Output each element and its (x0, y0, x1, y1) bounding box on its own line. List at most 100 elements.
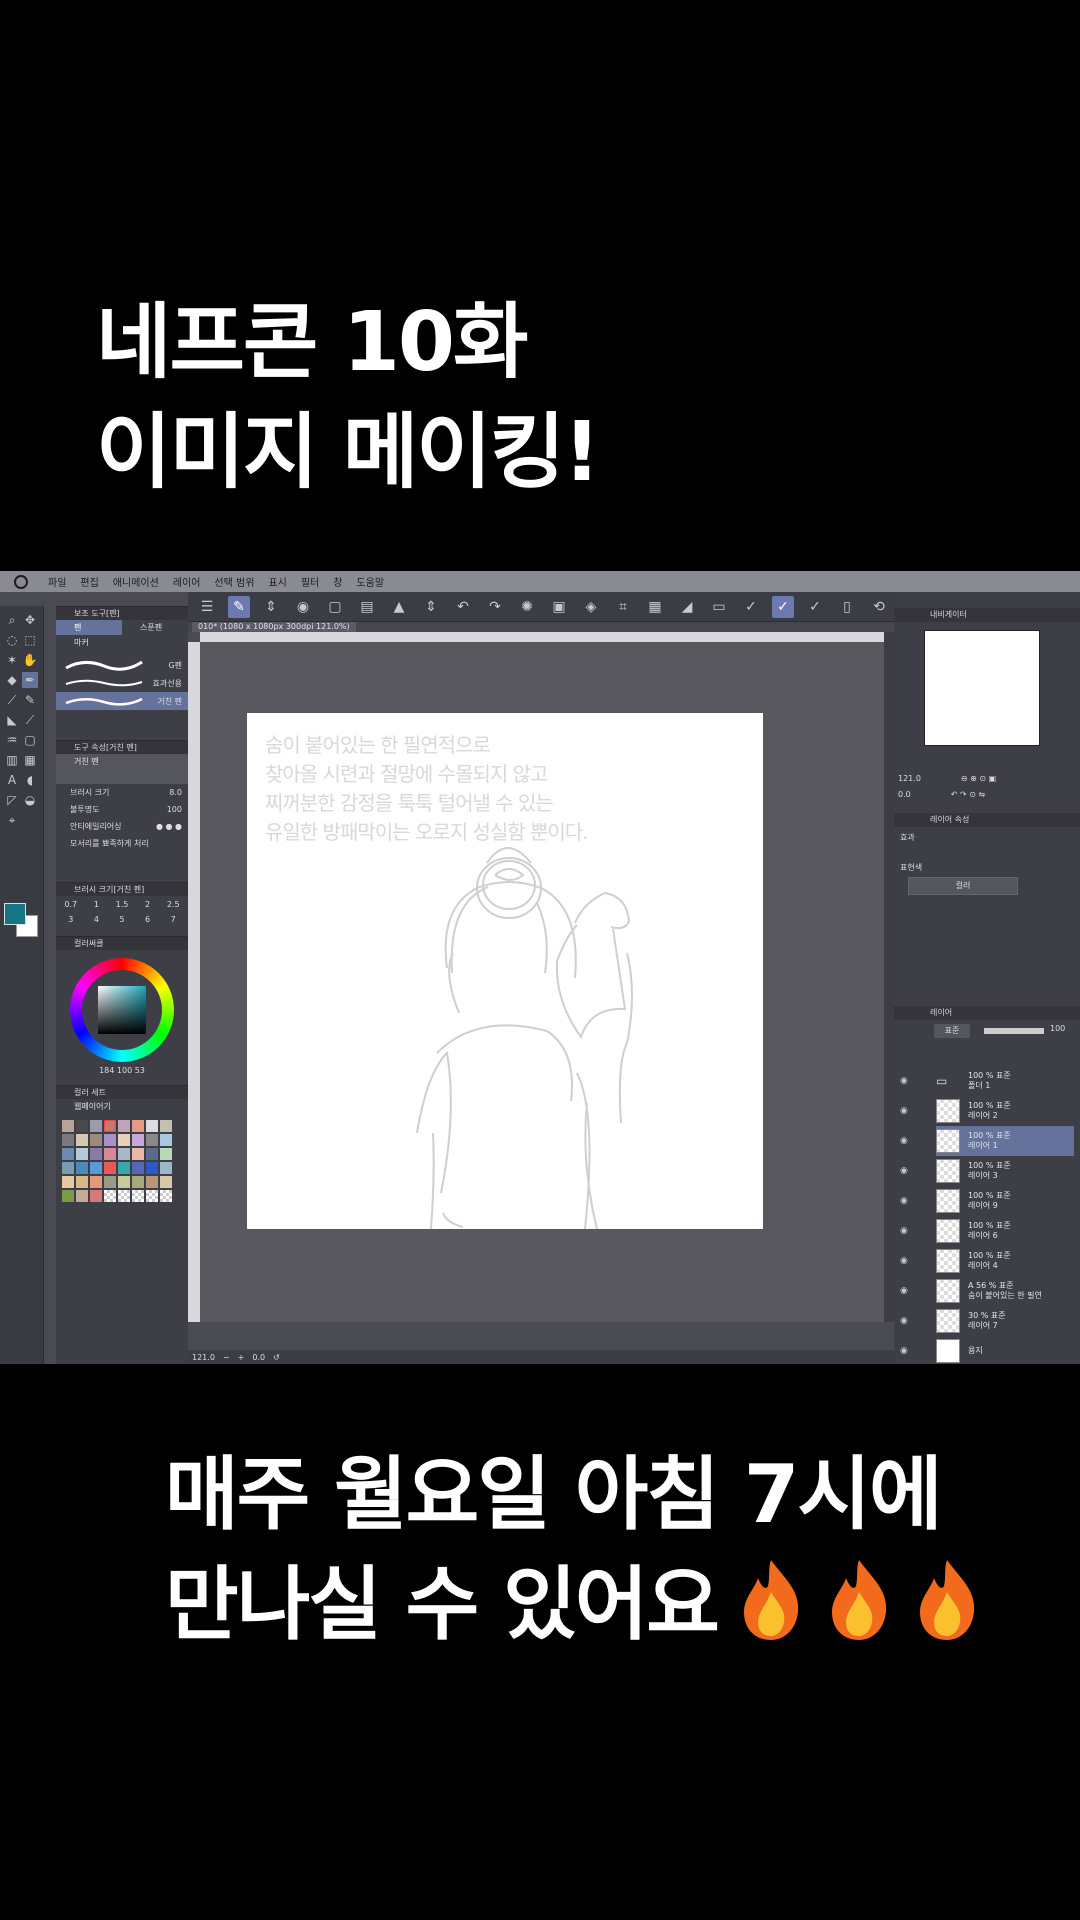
swatch[interactable] (160, 1148, 172, 1160)
eye-icon[interactable]: ◉ (900, 1346, 910, 1356)
layer-row[interactable]: ◉ 30 % 표준 레이어 7 (900, 1306, 1074, 1336)
eye-icon[interactable]: ◉ (900, 1256, 910, 1266)
menu-window[interactable]: 창 (333, 574, 342, 589)
size-preset[interactable]: 7 (160, 915, 186, 924)
brush-mode-icon[interactable]: ✓ (740, 596, 762, 618)
eye-icon[interactable]: ◉ (900, 1316, 910, 1326)
eraser-icon[interactable]: ◆ (4, 672, 20, 688)
menu-help[interactable]: 도움말 (356, 574, 384, 589)
layer-row-selected[interactable]: ◉ 100 % 표준 레이어 1 (900, 1126, 1074, 1156)
swatch[interactable] (118, 1190, 130, 1202)
layer-row[interactable]: ◉ ▭ 100 % 표준 폴더 1 (900, 1066, 1074, 1096)
redo-icon[interactable]: ↷ (484, 596, 506, 618)
eye-icon[interactable]: ◉ (900, 1136, 910, 1146)
navigator-zoom-icons[interactable]: ⊖ ⊕ ⊙ ▣ (961, 774, 996, 783)
layer-opacity-value[interactable]: 100 (1050, 1024, 1065, 1033)
color-set-select[interactable]: 웹페이어기 (56, 1099, 188, 1114)
figure-icon[interactable]: ▢ (22, 732, 38, 748)
swatch[interactable] (160, 1176, 172, 1188)
swatch[interactable] (62, 1162, 74, 1174)
menu-filter[interactable]: 필터 (301, 574, 319, 589)
brush-icon[interactable]: ⟋ (22, 712, 38, 728)
swatch[interactable] (62, 1176, 74, 1188)
angle-value[interactable]: 0.0 (252, 1353, 265, 1362)
layer-row[interactable]: ◉ 100 % 표준 레이어 2 (900, 1096, 1074, 1126)
swatch[interactable] (146, 1176, 158, 1188)
swatch[interactable] (118, 1148, 130, 1160)
swatch[interactable] (90, 1120, 102, 1132)
save-icon[interactable]: ▲ (388, 596, 410, 618)
blend-icon[interactable]: ♒ (4, 732, 20, 748)
swatch[interactable] (62, 1134, 74, 1146)
main-color-swatch[interactable] (4, 903, 26, 925)
swatch[interactable] (104, 1190, 116, 1202)
swatch[interactable] (90, 1162, 102, 1174)
menu-selection[interactable]: 선택 범위 (214, 574, 254, 589)
swatch[interactable] (132, 1134, 144, 1146)
antialias-options-icon[interactable]: ● ● ● (156, 822, 182, 831)
size-preset[interactable]: 1.5 (109, 900, 135, 909)
open-folder-icon[interactable]: ▤ (356, 596, 378, 618)
size-preset[interactable]: 4 (84, 915, 110, 924)
clear-icon[interactable]: ▣ (548, 596, 570, 618)
balloon-icon[interactable]: ◖ (22, 772, 38, 788)
operation-icon[interactable]: ⌖ (4, 812, 20, 828)
swatch[interactable] (146, 1162, 158, 1174)
ruler-icon[interactable]: ▥ (4, 752, 20, 768)
fill-bucket-icon[interactable]: ◣ (4, 712, 20, 728)
eye-icon[interactable]: ◉ (900, 1106, 910, 1116)
menu-icon[interactable]: ☰ (196, 596, 218, 618)
swatch[interactable] (118, 1120, 130, 1132)
navigator-rotate-icons[interactable]: ↶ ↷ ⊙ ⇋ (951, 790, 985, 799)
menu-view[interactable]: 표시 (268, 574, 286, 589)
swatch[interactable] (160, 1162, 172, 1174)
color-wheel[interactable] (70, 958, 174, 1062)
swatch[interactable] (76, 1162, 88, 1174)
pen-mode-icon[interactable]: ✓ (772, 595, 794, 618)
fill-icon[interactable]: ◈ (580, 596, 602, 618)
swatch[interactable] (104, 1134, 116, 1146)
navigator-zoom[interactable]: 121.0 (898, 774, 921, 783)
transform-icon[interactable]: ⌗ (612, 596, 634, 618)
swatch[interactable] (104, 1176, 116, 1188)
brush-size-row[interactable]: 브러시 크기 8.0 (56, 784, 188, 801)
brush-rough-pen[interactable]: 거친 펜 (56, 692, 188, 710)
swatch[interactable] (76, 1148, 88, 1160)
device-icon[interactable]: ▯ (836, 596, 858, 618)
zoom-value[interactable]: 121.0 (192, 1353, 215, 1362)
layer-row[interactable]: ◉ 100 % 표준 레이어 3 (900, 1156, 1074, 1186)
swatch[interactable] (132, 1120, 144, 1132)
eye-icon[interactable]: ◉ (900, 1286, 910, 1296)
eye-icon[interactable]: ◉ (900, 1226, 910, 1236)
undo-icon[interactable]: ↶ (452, 596, 474, 618)
swatch[interactable] (90, 1190, 102, 1202)
swatch[interactable] (104, 1148, 116, 1160)
size-preset[interactable]: 5 (109, 915, 135, 924)
swatch[interactable] (132, 1148, 144, 1160)
zoom-icon[interactable]: ⌕ (4, 612, 20, 628)
gradient-tool-icon[interactable]: ◒ (22, 792, 38, 808)
canvas-area[interactable]: 숨이 붙어있는 한 필연적으로 찾아올 시련과 절망에 수몰되지 않고 찌꺼분한… (200, 642, 884, 1322)
navigator-preview[interactable] (924, 630, 1040, 746)
layer-row[interactable]: ◉ 100 % 표준 레이어 6 (900, 1216, 1074, 1246)
swatch[interactable] (90, 1176, 102, 1188)
size-preset[interactable]: 1 (84, 900, 110, 909)
swatch[interactable] (118, 1134, 130, 1146)
size-preset[interactable]: 2 (135, 900, 161, 909)
eyedropper-icon[interactable]: ⟋ (4, 692, 20, 708)
swatch[interactable] (132, 1176, 144, 1188)
swatch[interactable] (146, 1190, 158, 1202)
zoom-out-icon[interactable]: − (223, 1353, 230, 1362)
companion-icon[interactable]: ⟲ (868, 596, 890, 618)
deselect-icon[interactable]: ▭ (708, 596, 730, 618)
swatch[interactable] (146, 1134, 158, 1146)
loading-icon[interactable]: ✺ (516, 596, 538, 618)
eye-icon[interactable]: ◉ (900, 1076, 910, 1086)
size-preset[interactable]: 2.5 (160, 900, 186, 909)
size-preset[interactable]: 6 (135, 915, 161, 924)
select-all-icon[interactable]: ▦ (644, 596, 666, 618)
pen-tool-icon[interactable]: ✒ (22, 672, 38, 688)
layer-row[interactable]: ◉ 100 % 표준 레이어 9 (900, 1186, 1074, 1216)
size-preset[interactable]: 0.7 (58, 900, 84, 909)
swatch[interactable] (76, 1176, 88, 1188)
